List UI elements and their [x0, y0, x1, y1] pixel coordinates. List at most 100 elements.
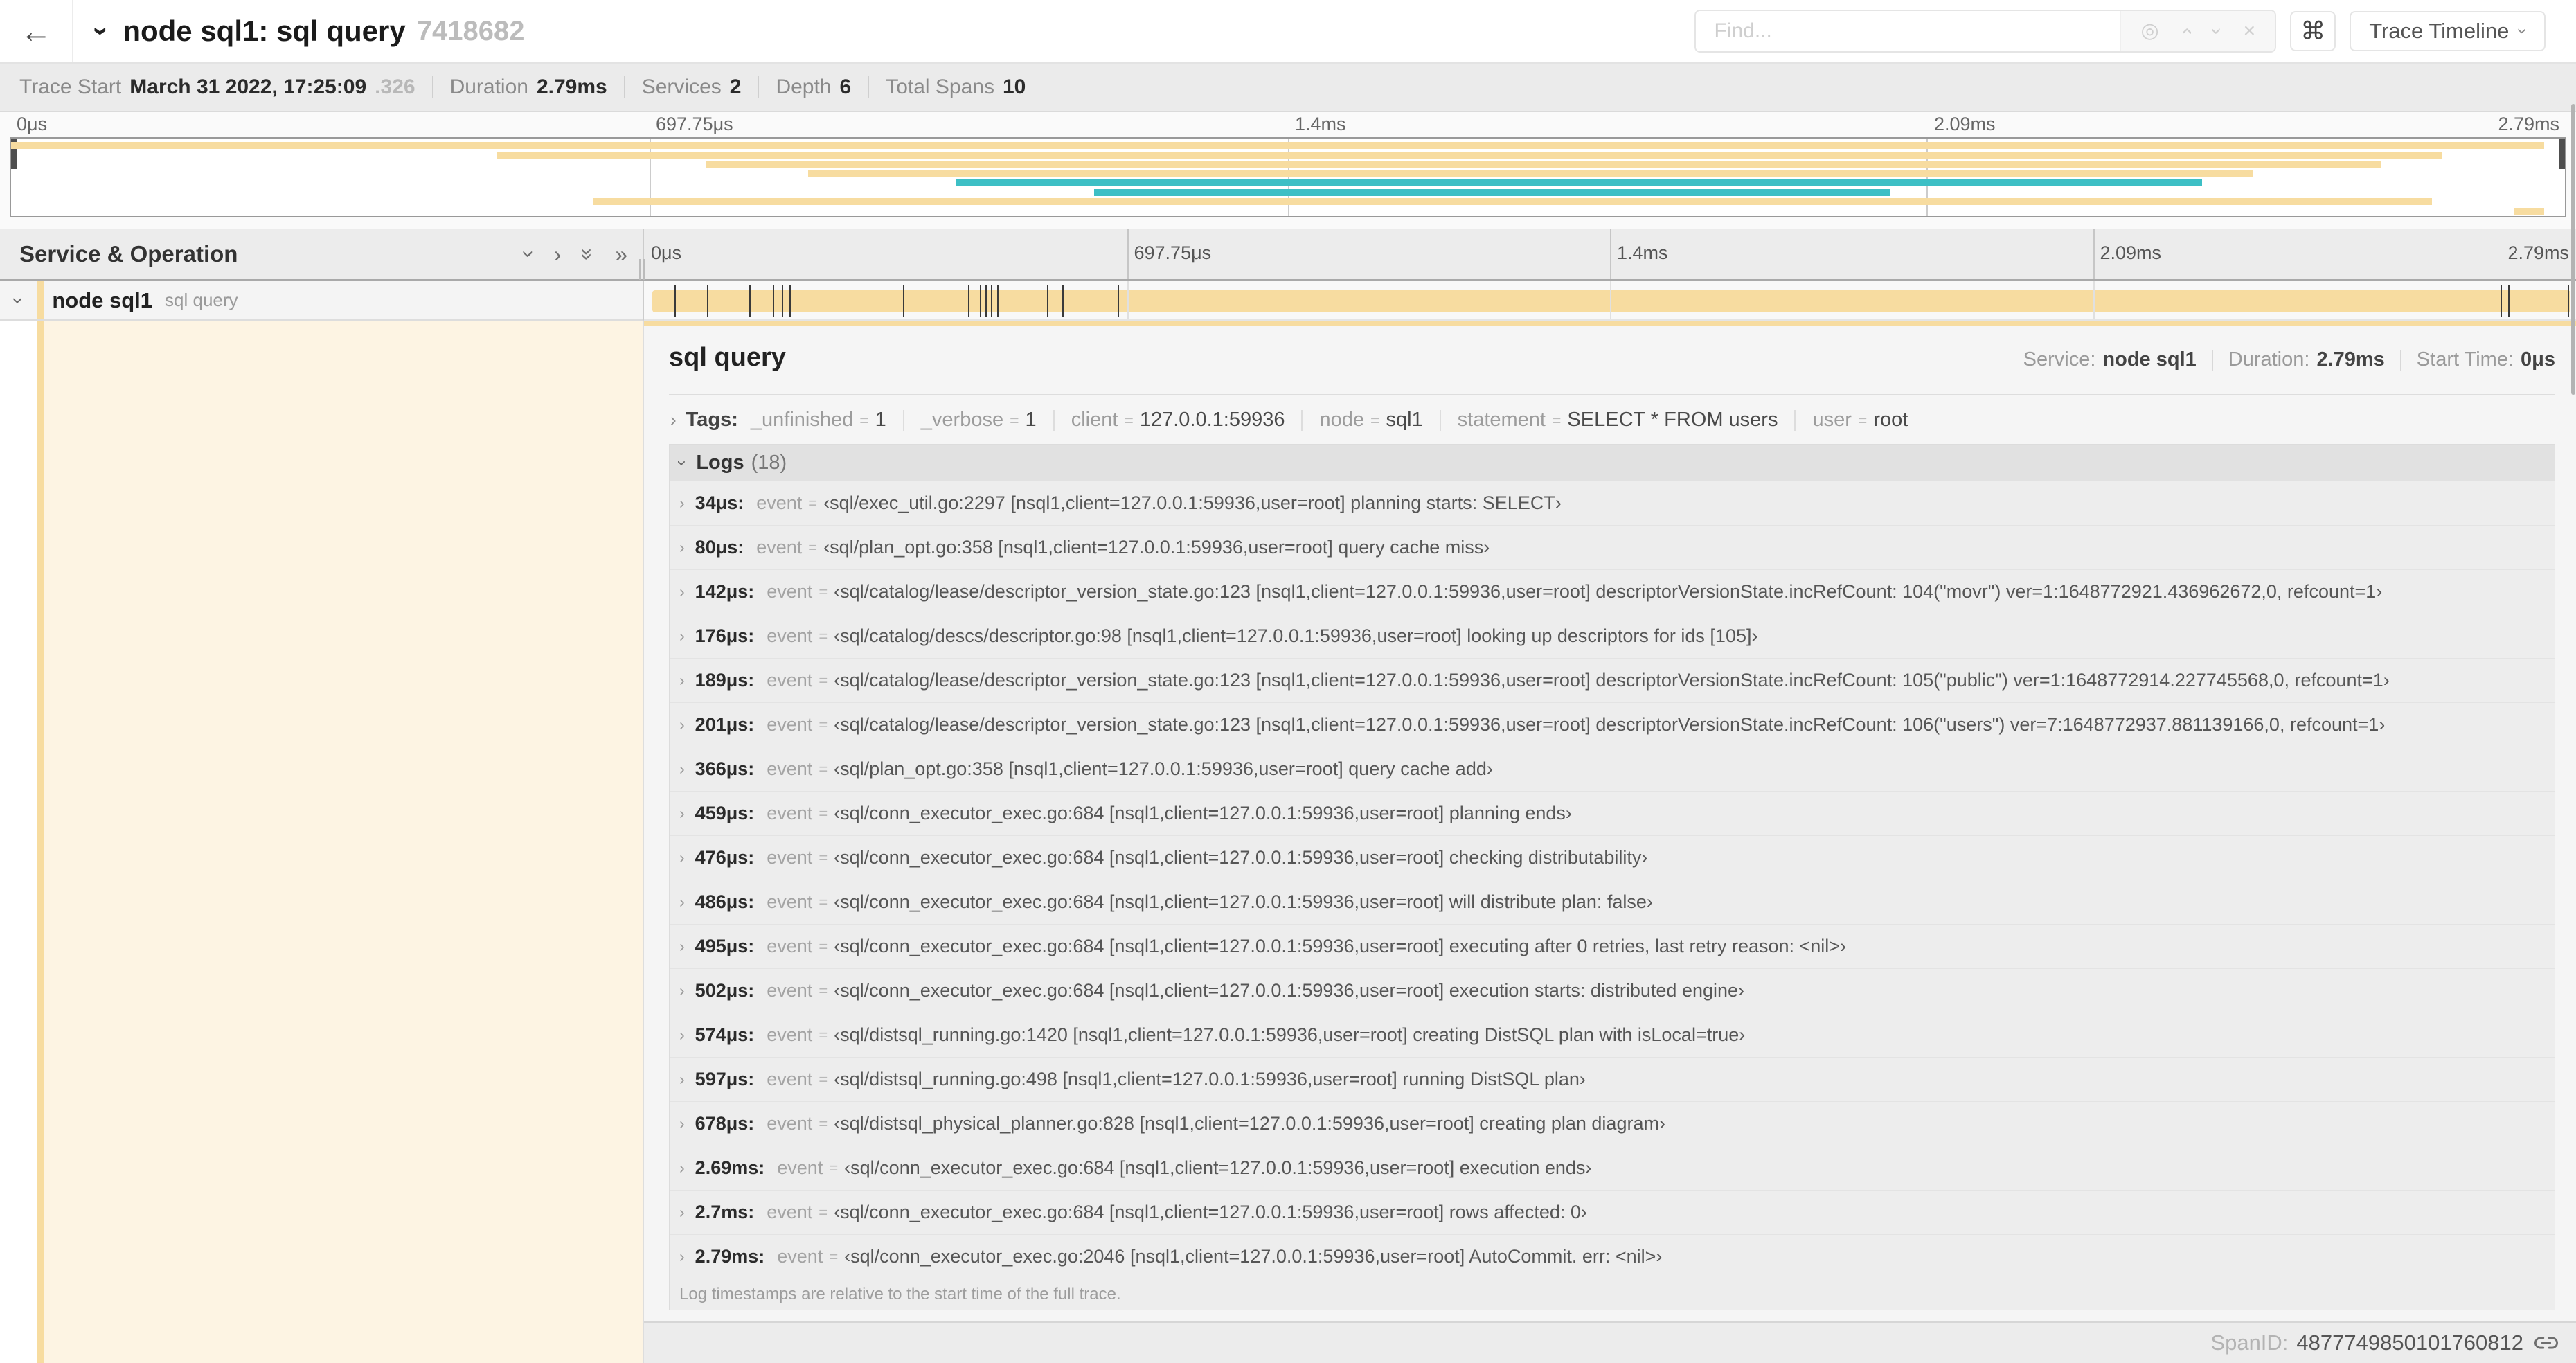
divider: [1053, 409, 1055, 431]
equals-sign: =: [1370, 411, 1380, 429]
log-row[interactable]: › 34μs: event = ‹sql/exec_util.go:2297 [nsql…: [670, 481, 2555, 526]
log-expand-chevron-icon[interactable]: ›: [679, 848, 685, 867]
logs-header[interactable]: › Logs (18): [670, 445, 2555, 481]
deep-link-icon[interactable]: [2534, 1331, 2558, 1355]
log-row[interactable]: › 502μs: event = ‹sql/conn_executor_exec.go:…: [670, 969, 2555, 1013]
log-expand-chevron-icon[interactable]: ›: [679, 1114, 685, 1133]
log-row[interactable]: › 678μs: event = ‹sql/distsql_physical_plann…: [670, 1102, 2555, 1146]
log-field-key: event: [756, 537, 803, 558]
log-field-key: event: [767, 803, 813, 823]
equals-sign: =: [829, 1247, 839, 1265]
start-time-value: 0μs: [2521, 348, 2555, 371]
log-row[interactable]: › 574μs: event = ‹sql/distsql_running.go:142…: [670, 1013, 2555, 1058]
log-field-key: event: [767, 714, 813, 735]
log-field-value: ‹sql/catalog/lease/descriptor_version_st…: [834, 714, 2386, 735]
span-id-value: 4877749850101760812: [2296, 1330, 2523, 1355]
log-expand-chevron-icon[interactable]: ›: [679, 538, 685, 557]
log-expand-chevron-icon[interactable]: ›: [679, 760, 685, 778]
log-expand-chevron-icon[interactable]: ›: [679, 715, 685, 734]
log-timestamp: 495μs:: [695, 936, 755, 956]
tag-client: client = 127.0.0.1:59936: [1071, 409, 1285, 431]
time-tick-label: 0μs: [17, 114, 48, 134]
log-row[interactable]: › 201μs: event = ‹sql/catalog/lease/descript…: [670, 703, 2555, 747]
expand-all-icon[interactable]: »: [615, 243, 627, 265]
log-expand-chevron-icon[interactable]: ›: [679, 1070, 685, 1089]
log-marker-tick: [2508, 285, 2510, 317]
log-field-value: ‹sql/distsql_physical_planner.go:828 [ns…: [834, 1113, 1665, 1134]
span-detail-backdrop: [44, 321, 643, 1363]
gridline: [1127, 229, 1129, 279]
log-row[interactable]: › 2.79ms: event = ‹sql/conn_executor_exec.go…: [670, 1235, 2555, 1279]
tag-value: 1: [1025, 409, 1037, 431]
clear-search-icon[interactable]: ×: [2244, 21, 2256, 42]
log-expand-chevron-icon[interactable]: ›: [679, 671, 685, 690]
log-expand-chevron-icon[interactable]: ›: [679, 937, 685, 956]
minimap-right-scrubber[interactable]: [2559, 139, 2565, 169]
tags-summary-row[interactable]: › Tags: _unfinished = 1 _verbose = 1 client = 12…: [669, 395, 2555, 441]
log-expand-chevron-icon[interactable]: ›: [679, 1159, 685, 1177]
log-expand-chevron-icon[interactable]: ›: [679, 981, 685, 1000]
tags-expand-chevron-icon[interactable]: ›: [670, 409, 677, 431]
page-scrollbar[interactable]: [2571, 104, 2575, 395]
trace-view-selector[interactable]: Trace Timeline ›: [2350, 11, 2546, 51]
command-icon: ⌘: [2300, 17, 2326, 45]
log-expand-chevron-icon[interactable]: ›: [679, 494, 685, 513]
log-expand-chevron-icon[interactable]: ›: [679, 804, 685, 823]
log-expand-chevron-icon[interactable]: ›: [679, 627, 685, 645]
log-row[interactable]: › 476μs: event = ‹sql/conn_executor_exec.go:…: [670, 836, 2555, 880]
log-row[interactable]: › 486μs: event = ‹sql/conn_executor_exec.go:…: [670, 880, 2555, 925]
log-field-value: ‹sql/plan_opt.go:358 [nsql1,client=127.0…: [834, 758, 1493, 779]
column-resizer-grip[interactable]: [638, 259, 646, 280]
collapse-all-icon[interactable]: ›: [517, 250, 542, 258]
logs-collapse-chevron-icon[interactable]: ›: [673, 460, 692, 465]
tag-_verbose: _verbose = 1: [921, 409, 1037, 431]
back-button[interactable]: ←: [0, 0, 73, 62]
service-operation-header: Service & Operation › › » »: [0, 229, 644, 279]
duration-label: Duration:: [2228, 348, 2310, 371]
span-row-name-cell[interactable]: › node sql1 sql query: [0, 281, 644, 321]
trace-title: node sql1: sql query: [123, 15, 406, 47]
span-id-label: SpanID:: [2210, 1330, 2289, 1355]
log-expand-chevron-icon[interactable]: ›: [679, 893, 685, 911]
chevron-down-icon: ›: [2512, 28, 2534, 35]
locate-icon[interactable]: ◎: [2140, 21, 2158, 42]
log-expand-chevron-icon[interactable]: ›: [679, 1247, 685, 1266]
log-row[interactable]: › 366μs: event = ‹sql/plan_opt.go:358 [nsql1…: [670, 747, 2555, 792]
log-expand-chevron-icon[interactable]: ›: [679, 1026, 685, 1044]
log-row[interactable]: › 2.7ms: event = ‹sql/conn_executor_exec.go:…: [670, 1191, 2555, 1235]
time-tick-label: 2.09ms: [2100, 242, 2162, 263]
keyboard-shortcuts-button[interactable]: ⌘: [2290, 11, 2336, 51]
expand-one-icon[interactable]: ›: [554, 243, 562, 265]
minimap-graph[interactable]: [10, 137, 2566, 217]
log-row[interactable]: › 176μs: event = ‹sql/catalog/descs/descript…: [670, 614, 2555, 659]
log-row[interactable]: › 495μs: event = ‹sql/conn_executor_exec.go:…: [670, 925, 2555, 969]
log-timestamp: 142μs:: [695, 581, 755, 602]
span-duration-bar[interactable]: [652, 285, 2570, 317]
log-row[interactable]: › 597μs: event = ‹sql/distsql_running.go:498…: [670, 1058, 2555, 1102]
services-value: 2: [729, 75, 742, 98]
log-row[interactable]: › 80μs: event = ‹sql/plan_opt.go:358 [nsql1,…: [670, 526, 2555, 570]
log-field-value: ‹sql/conn_executor_exec.go:684 [nsql1,cl…: [834, 891, 1653, 912]
next-match-icon[interactable]: ›: [2206, 28, 2228, 35]
tag-statement: statement = SELECT * FROM users: [1458, 409, 1778, 431]
log-marker-tick: [968, 285, 970, 317]
prev-match-icon[interactable]: ›: [2174, 28, 2197, 35]
find-input[interactable]: [1696, 11, 2120, 51]
log-timestamp: 189μs:: [695, 670, 755, 691]
log-expand-chevron-icon[interactable]: ›: [679, 582, 685, 601]
log-expand-chevron-icon[interactable]: ›: [679, 1203, 685, 1222]
tag-value: root: [1873, 409, 1908, 431]
log-row[interactable]: › 2.69ms: event = ‹sql/conn_executor_exec.go…: [670, 1146, 2555, 1191]
log-timestamp: 574μs:: [695, 1024, 755, 1045]
equals-sign: =: [808, 494, 818, 512]
log-row[interactable]: › 459μs: event = ‹sql/conn_executor_exec.go:…: [670, 792, 2555, 836]
trace-minimap[interactable]: 0μs 697.75μs 1.4ms 2.09ms 2.79ms: [0, 112, 2576, 229]
log-field-value: ‹sql/conn_executor_exec.go:684 [nsql1,cl…: [834, 847, 1648, 868]
trace-id: 7418682: [416, 15, 525, 46]
span-collapse-chevron-icon[interactable]: ›: [8, 297, 30, 303]
log-row[interactable]: › 189μs: event = ‹sql/catalog/lease/descript…: [670, 659, 2555, 703]
log-field-value: ‹sql/conn_executor_exec.go:2046 [nsql1,c…: [844, 1246, 1663, 1267]
collapse-deep-icon[interactable]: »: [575, 248, 600, 260]
trace-collapse-chevron-icon[interactable]: ›: [87, 26, 117, 35]
log-row[interactable]: › 142μs: event = ‹sql/catalog/lease/descript…: [670, 570, 2555, 614]
